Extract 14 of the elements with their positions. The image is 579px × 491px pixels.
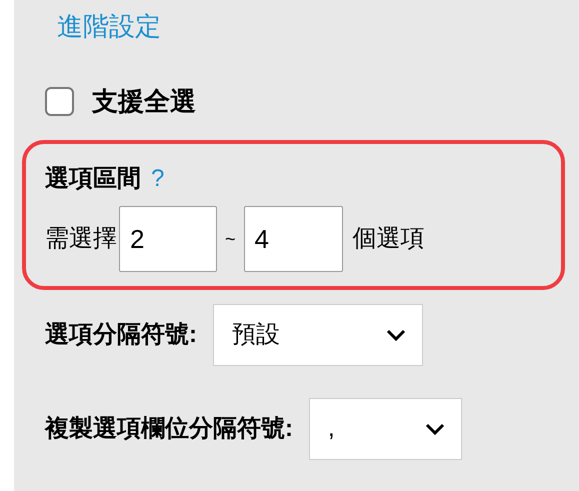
dropdown[interactable]: 預設 — [213, 304, 423, 366]
checkbox[interactable] — [45, 86, 74, 116]
dropdown-label: 選項分隔符號: — [45, 320, 197, 350]
range-prefix: 需選擇 — [45, 224, 117, 254]
checkbox-label: 支援全選 — [92, 84, 196, 118]
dropdown-label: 複製選項欄位分隔符號: — [45, 414, 293, 444]
chevron-down-icon — [425, 422, 445, 436]
section-title: 選項區間 — [45, 164, 141, 194]
dropdown[interactable]: , — [309, 398, 462, 460]
min-input-field[interactable]: 2 — [119, 206, 217, 272]
chevron-down-icon — [386, 328, 406, 342]
range-separator: ~ — [225, 228, 236, 250]
range-suffix: 個選項 — [352, 224, 425, 254]
max-input-field[interactable]: 4 — [244, 206, 343, 272]
